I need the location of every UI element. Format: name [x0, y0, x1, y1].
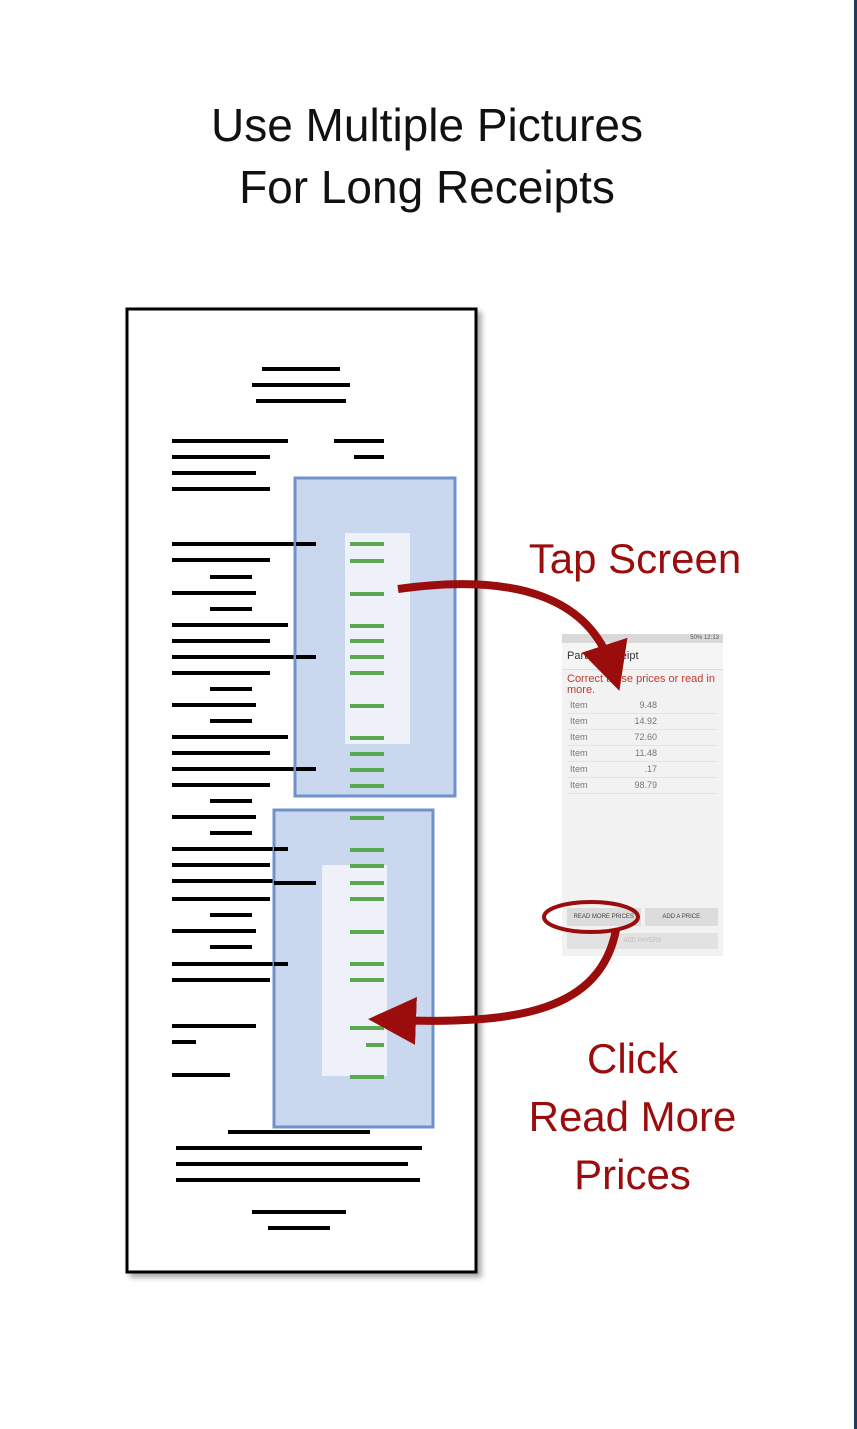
item-list: Item 9.48 Item 14.92 Item 72.60 Item 11.48 I… [562, 696, 723, 794]
item-label: Item [570, 732, 588, 742]
app-title: Partial Receipt [562, 643, 723, 670]
item-label: Item [570, 700, 588, 710]
click-caption-3: Prices [574, 1151, 691, 1198]
button-row: READ MORE PRICES ADD A PRICE [567, 908, 718, 926]
scan-window-1 [345, 533, 410, 744]
read-more-prices-button[interactable]: READ MORE PRICES [567, 908, 641, 926]
add-price-button[interactable]: ADD A PRICE [644, 908, 718, 926]
list-item[interactable]: Item 11.48 [567, 746, 718, 762]
item-label: Item [570, 764, 588, 774]
add-payers-button[interactable]: ADD PAYERS [567, 933, 718, 949]
warning-text: Correct these prices or read in more. [567, 673, 715, 696]
item-price: 11.48 [635, 748, 657, 758]
status-bar: 50% 12:13 [562, 634, 723, 643]
item-price: 98.79 [634, 780, 657, 790]
click-caption-1: Click [587, 1035, 678, 1082]
item-label: Item [570, 780, 588, 790]
item-price: 72.60 [634, 732, 657, 742]
tap-screen-caption: Tap Screen [528, 535, 742, 582]
item-label: Item [570, 716, 588, 726]
list-item[interactable]: Item 9.48 [567, 698, 718, 714]
item-price: .17 [644, 764, 657, 774]
click-caption-2: Read More [528, 1093, 737, 1140]
list-item[interactable]: Item 72.60 [567, 730, 718, 746]
list-item[interactable]: Item 98.79 [567, 778, 718, 794]
item-label: Item [570, 748, 588, 758]
item-price: 9.48 [639, 700, 657, 710]
phone-screenshot: 50% 12:13 Partial Receipt Correct these … [562, 634, 723, 956]
list-item[interactable]: Item 14.92 [567, 714, 718, 730]
item-price: 14.92 [634, 716, 657, 726]
receipt-illustration [125, 307, 478, 1274]
list-item[interactable]: Item .17 [567, 762, 718, 778]
